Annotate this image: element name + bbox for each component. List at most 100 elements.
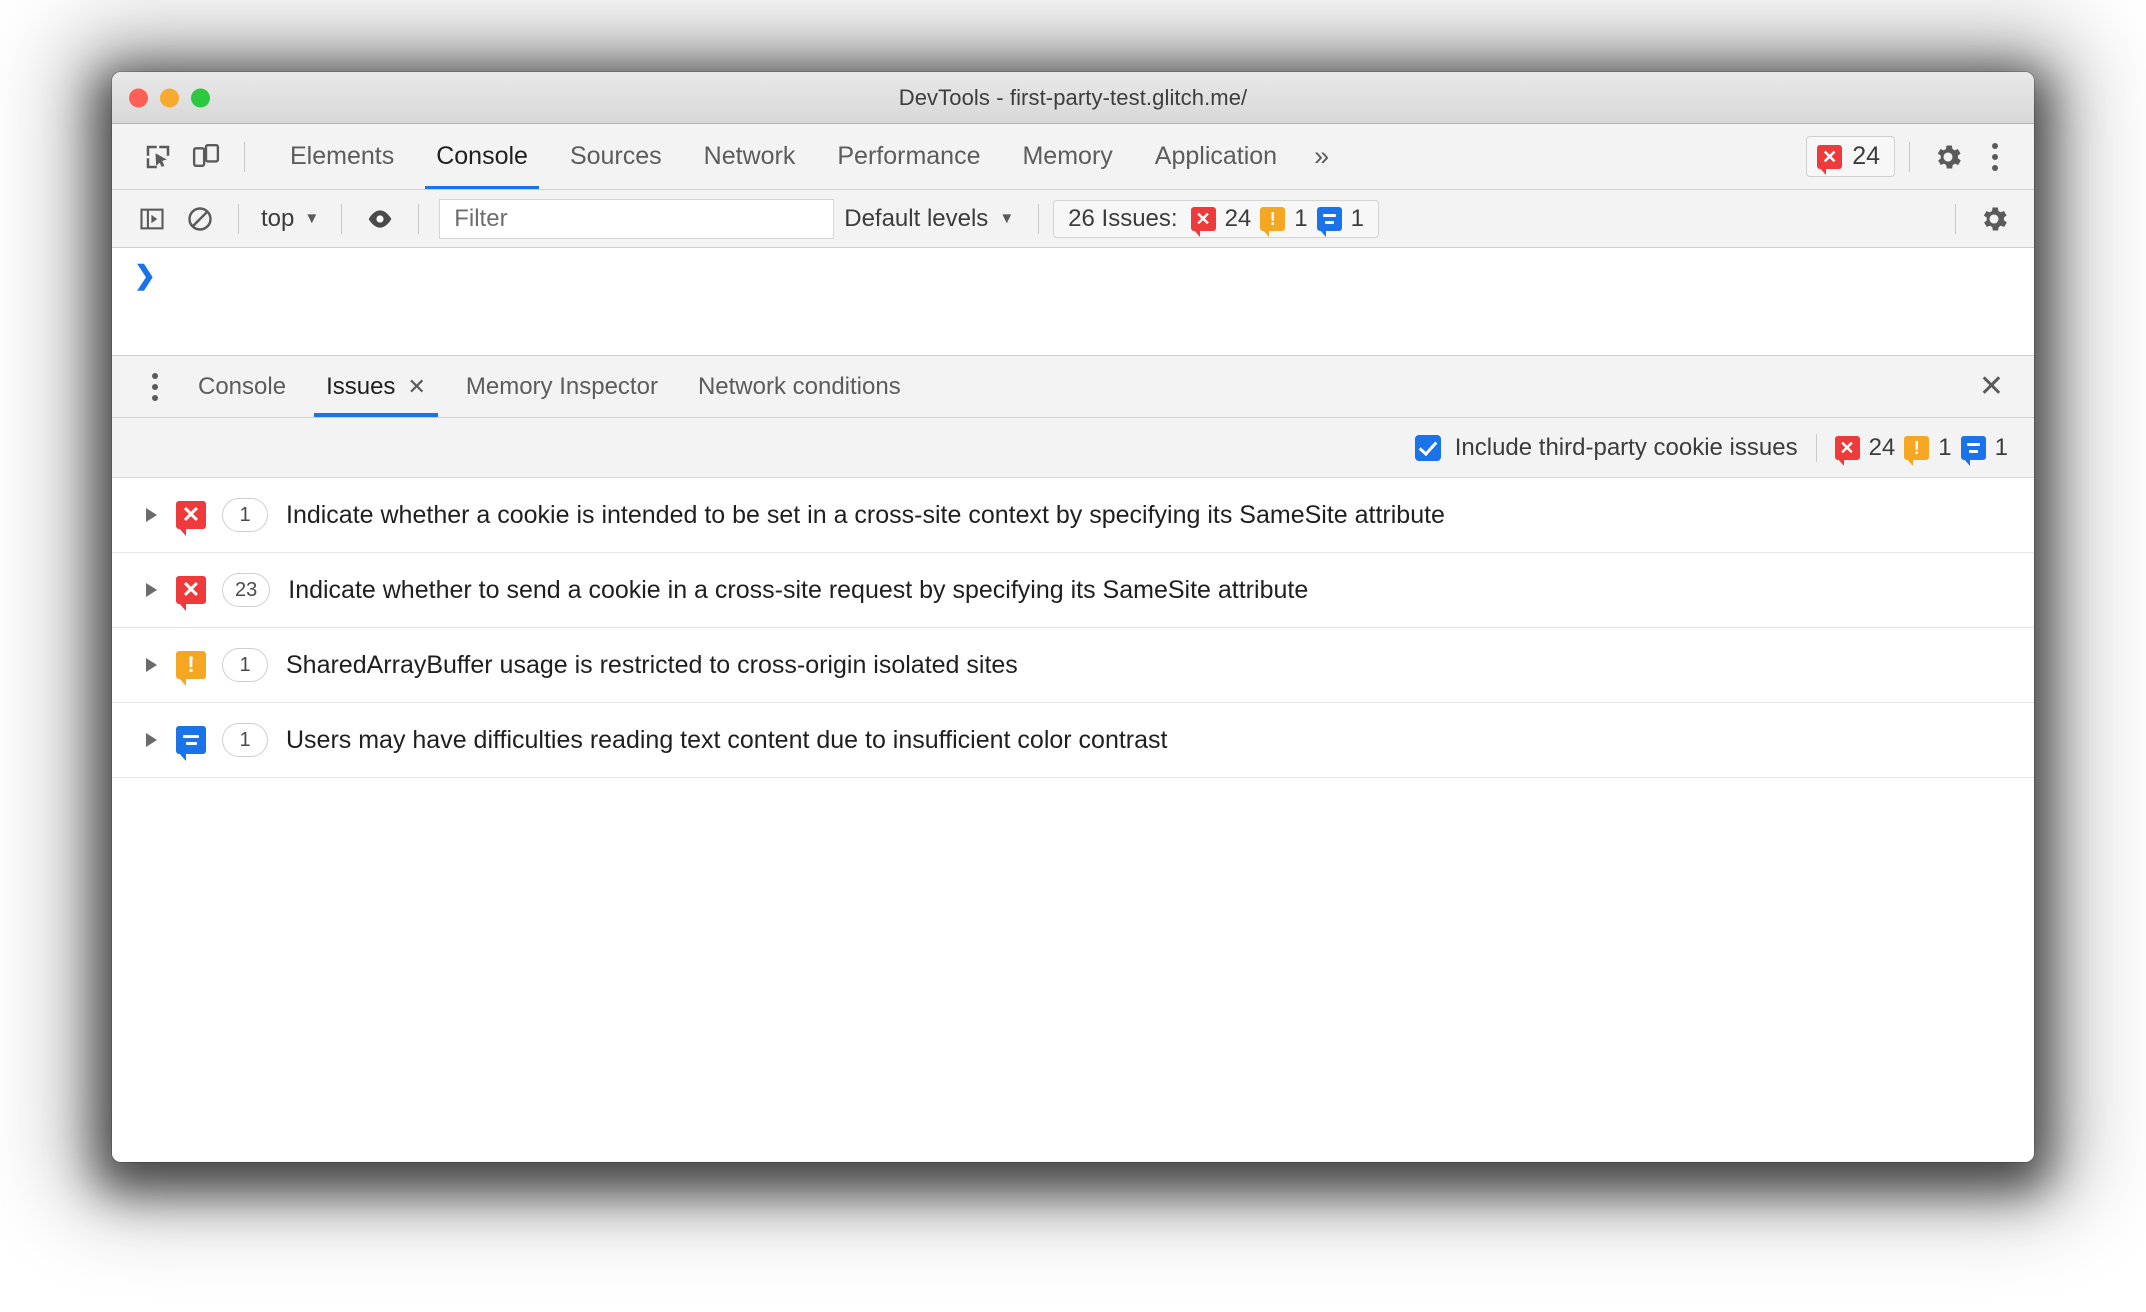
issues-list: ✕ 1 Indicate whether a cookie is intende…	[112, 478, 2034, 1162]
issues-warning-count: 1	[1938, 433, 1952, 461]
tab-application-label: Application	[1154, 142, 1278, 170]
gear-icon[interactable]	[1924, 133, 1972, 181]
drawer-panel: Console Issues ✕ Memory Inspector Networ…	[112, 356, 2034, 1162]
issues-info-count: 1	[1350, 204, 1364, 232]
maximize-window-button[interactable]	[191, 88, 210, 107]
devtools-window: DevTools - first-party-test.glitch.me/ E…	[112, 72, 2034, 1162]
clear-console-icon[interactable]	[176, 195, 224, 243]
issue-title: Indicate whether a cookie is intended to…	[286, 500, 1445, 529]
table-row[interactable]: ✕ 23 Indicate whether to send a cookie i…	[112, 553, 2034, 628]
expand-triangle-icon[interactable]	[134, 658, 168, 672]
error-count-value: 24	[1852, 142, 1880, 170]
chevron-down-icon: ▼	[304, 210, 320, 227]
issue-count-badge: 1	[222, 498, 268, 532]
screenshot-root: DevTools - first-party-test.glitch.me/ E…	[0, 0, 2146, 1312]
drawer-tab-memory-inspector-label: Memory Inspector	[465, 372, 658, 400]
tab-sources[interactable]: Sources	[549, 124, 683, 189]
close-icon[interactable]: ✕	[407, 374, 425, 400]
log-levels-label: Default levels	[844, 204, 989, 232]
execution-context-dropdown[interactable]: top ▼	[253, 205, 327, 233]
drawer-tab-issues[interactable]: Issues ✕	[306, 356, 446, 417]
tab-console[interactable]: Console	[415, 124, 549, 189]
console-prompt-icon: ❯	[134, 260, 156, 290]
console-toolbar: top ▼ Filter Default levels ▼ 26 Issues:…	[112, 190, 2034, 248]
drawer-tab-console[interactable]: Console	[178, 356, 306, 417]
error-count-badge[interactable]: ✕ 24	[1806, 136, 1895, 177]
main-tab-list: Elements Console Sources Network Perform…	[269, 124, 1345, 189]
third-party-cookie-checkbox[interactable]	[1414, 434, 1441, 461]
chevron-down-icon: ▼	[999, 210, 1015, 227]
third-party-cookie-checkbox-row[interactable]: Include third-party cookie issues	[1414, 434, 1798, 462]
tab-console-label: Console	[436, 142, 528, 170]
main-tabstrip: Elements Console Sources Network Perform…	[112, 124, 2034, 190]
window-titlebar: DevTools - first-party-test.glitch.me/	[112, 72, 2034, 124]
issues-error-count: 24	[1868, 433, 1896, 461]
tab-application[interactable]: Application	[1134, 124, 1298, 189]
drawer-tab-network-conditions[interactable]: Network conditions	[678, 356, 921, 417]
table-row[interactable]: 1 Users may have difficulties reading te…	[112, 703, 2034, 778]
info-icon	[1960, 435, 1986, 466]
tab-memory-label: Memory	[1022, 142, 1113, 170]
issues-warning-count: 1	[1294, 204, 1308, 232]
minimize-window-button[interactable]	[160, 88, 179, 107]
tab-elements[interactable]: Elements	[269, 124, 415, 189]
drawer-tab-memory-inspector[interactable]: Memory Inspector	[446, 356, 678, 417]
live-expression-icon[interactable]	[356, 195, 404, 243]
console-divider-5	[1955, 203, 1956, 234]
expand-triangle-icon[interactable]	[134, 583, 168, 597]
log-levels-dropdown[interactable]: Default levels ▼	[834, 205, 1024, 233]
console-sidebar-icon[interactable]	[128, 195, 176, 243]
table-row[interactable]: ! 1 SharedArrayBuffer usage is restricte…	[112, 628, 2034, 703]
close-drawer-icon[interactable]: ✕	[1965, 369, 2018, 404]
console-divider-2	[341, 203, 343, 234]
window-traffic-lights	[129, 88, 210, 107]
error-icon: ✕	[1817, 144, 1843, 175]
drawer-tabstrip: Console Issues ✕ Memory Inspector Networ…	[112, 356, 2034, 418]
warning-icon: !	[176, 651, 206, 686]
drawer-menu-icon[interactable]	[132, 372, 178, 401]
drawer-tab-network-conditions-label: Network conditions	[697, 372, 901, 400]
severity-icon-cell	[168, 726, 214, 761]
inspect-element-icon[interactable]	[134, 133, 182, 181]
execution-context-value: top	[261, 204, 295, 232]
expand-triangle-icon[interactable]	[134, 508, 168, 522]
issue-count-badge: 1	[222, 648, 268, 682]
device-toolbar-icon[interactable]	[182, 133, 230, 181]
gear-icon[interactable]	[1970, 195, 2018, 243]
drawer-tab-issues-label: Issues	[326, 372, 396, 400]
issues-counts: ✕ 24 ! 1 1	[1834, 433, 2008, 466]
console-output-area[interactable]: ❯	[112, 248, 2034, 356]
warning-icon: !	[1260, 206, 1286, 237]
console-divider-1	[238, 203, 239, 234]
filter-input[interactable]: Filter	[439, 198, 835, 239]
kebab-menu-icon[interactable]	[1972, 133, 2018, 181]
severity-icon-cell: ✕	[168, 576, 214, 611]
tab-network-label: Network	[703, 142, 796, 170]
tab-performance[interactable]: Performance	[816, 124, 1001, 189]
error-icon: ✕	[1834, 435, 1860, 466]
issues-summary-button[interactable]: 26 Issues: ✕ 24 ! 1 1	[1053, 199, 1379, 238]
issue-count-badge: 23	[222, 573, 271, 607]
error-icon: ✕	[176, 576, 206, 611]
info-icon	[1316, 206, 1342, 237]
expand-triangle-icon[interactable]	[134, 733, 168, 747]
issues-summary-label: 26 Issues:	[1068, 204, 1178, 232]
drawer-tab-console-label: Console	[198, 372, 287, 400]
tab-network[interactable]: Network	[683, 124, 817, 189]
toolbar-divider	[244, 141, 245, 172]
issues-error-count: 24	[1224, 204, 1252, 232]
issue-title: SharedArrayBuffer usage is restricted to…	[286, 650, 1018, 679]
table-row[interactable]: ✕ 1 Indicate whether a cookie is intende…	[112, 478, 2034, 553]
tab-memory[interactable]: Memory	[1001, 124, 1133, 189]
issue-title: Users may have difficulties reading text…	[286, 725, 1168, 754]
issue-title: Indicate whether to send a cookie in a c…	[288, 575, 1309, 604]
console-divider-4	[1038, 203, 1040, 234]
info-icon	[176, 726, 206, 761]
console-divider-3	[418, 203, 420, 234]
severity-icon-cell: ✕	[168, 501, 214, 536]
close-window-button[interactable]	[129, 88, 148, 107]
warning-icon: !	[1904, 435, 1930, 466]
more-tabs-icon[interactable]: »	[1298, 141, 1345, 172]
issues-info-count: 1	[1994, 433, 2008, 461]
window-title: DevTools - first-party-test.glitch.me/	[898, 84, 1248, 110]
